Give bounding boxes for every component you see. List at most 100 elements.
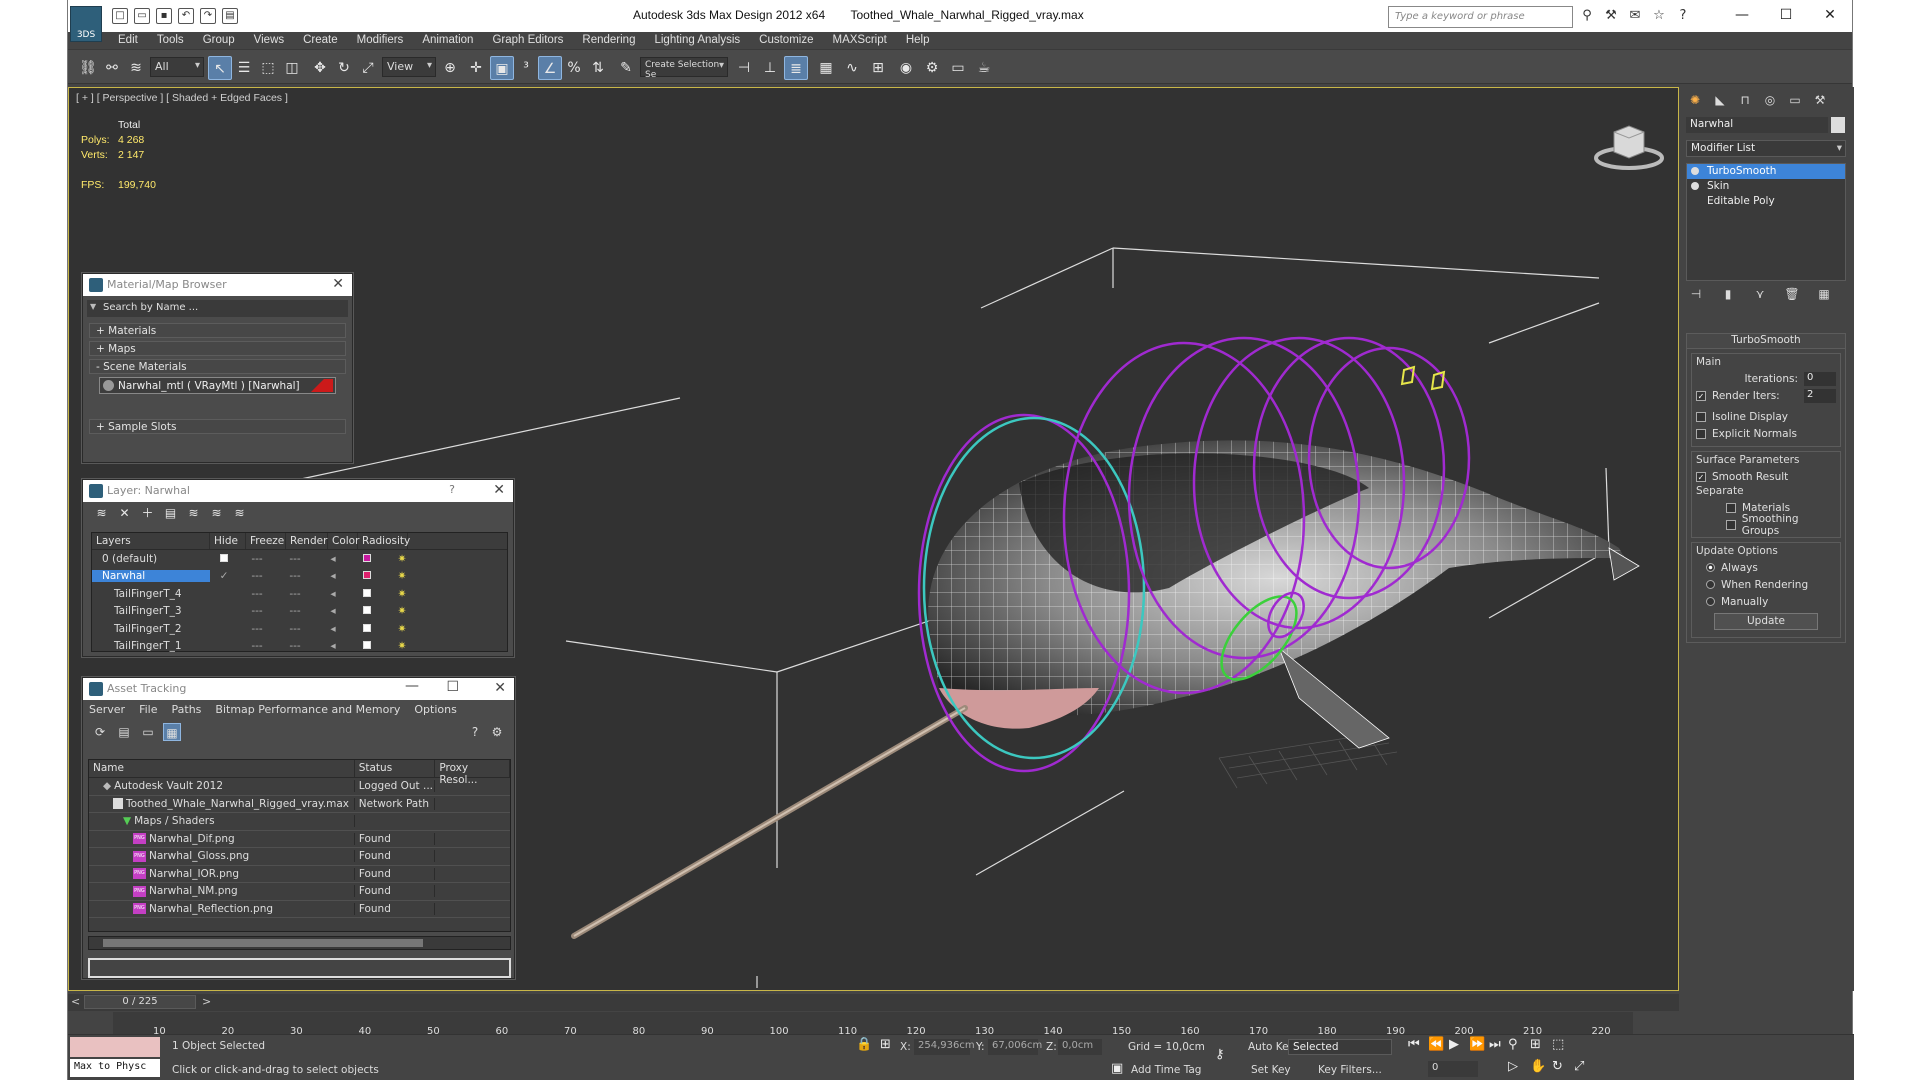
- render-toggle-icon[interactable]: ◂: [314, 605, 352, 617]
- help-icon[interactable]: ?: [1674, 8, 1692, 24]
- freeze-toggle[interactable]: ---: [276, 623, 314, 635]
- minimize-icon[interactable]: —: [405, 678, 419, 694]
- spinner-snap-icon[interactable]: ⇅: [586, 56, 610, 80]
- freeze-toggle[interactable]: ---: [276, 605, 314, 617]
- modifier-list-dropdown[interactable]: Modifier List: [1686, 140, 1846, 157]
- hide-all-icon[interactable]: ≋: [208, 505, 225, 521]
- layer-color-swatch[interactable]: [352, 553, 382, 565]
- new-file-icon[interactable]: □: [112, 8, 128, 24]
- asset-row[interactable]: PNG Narwhal_Gloss.png Found: [89, 848, 510, 866]
- material-search-input[interactable]: Search by Name ...: [87, 300, 348, 317]
- radiosity-icon[interactable]: ✷: [382, 570, 422, 582]
- maximize-icon[interactable]: ☐: [446, 679, 459, 695]
- material-item[interactable]: Narwhal_mtl ( VRayMtl ) [Narwhal]: [99, 377, 336, 394]
- material-browser-header[interactable]: Material/Map Browser ✕: [83, 274, 352, 296]
- render-toggle-icon[interactable]: ◂: [314, 553, 352, 565]
- object-color-swatch[interactable]: [1831, 117, 1845, 133]
- render-production-icon[interactable]: ☕: [972, 56, 996, 80]
- explicit-normals-checkbox[interactable]: [1696, 428, 1706, 439]
- list-view-icon[interactable]: ▤: [115, 723, 133, 741]
- link-icon[interactable]: ⛓: [76, 56, 100, 80]
- layer-row[interactable]: TailFingerT_3 --- --- ◂ ✷: [92, 603, 507, 621]
- next-frame-icon[interactable]: >: [202, 995, 211, 1008]
- display-tab-icon[interactable]: ▭: [1786, 91, 1804, 109]
- freeze-toggle[interactable]: ---: [276, 553, 314, 565]
- maximize-icon[interactable]: ☐: [1764, 0, 1808, 30]
- menu-item-rendering[interactable]: Rendering: [582, 34, 635, 46]
- layer-row[interactable]: TailFingerT_1 --- --- ◂ ✷: [92, 638, 507, 656]
- asset-menu-bitmap-performance-and-memory[interactable]: Bitmap Performance and Memory: [215, 703, 400, 717]
- bulb-icon[interactable]: [1691, 182, 1699, 190]
- save-file-icon[interactable]: ▪: [156, 8, 172, 24]
- layer-row[interactable]: TailFingerT_4 --- --- ◂ ✷: [92, 585, 507, 603]
- col-color[interactable]: Color: [328, 533, 359, 549]
- schematic-view-icon[interactable]: ⊞: [866, 56, 890, 80]
- layer-color-swatch[interactable]: [352, 570, 382, 582]
- menu-item-modifiers[interactable]: Modifiers: [357, 34, 404, 46]
- time-slider-thumb[interactable]: 0 / 225: [84, 995, 196, 1009]
- menu-item-customize[interactable]: Customize: [759, 34, 813, 46]
- mini-listener[interactable]: [70, 1037, 160, 1057]
- layer-name[interactable]: TailFingerT_2: [92, 623, 210, 635]
- current-frame-field[interactable]: 0: [1428, 1061, 1478, 1077]
- menu-item-tools[interactable]: Tools: [157, 34, 184, 46]
- viewport-label[interactable]: [ + ] [ Perspective ] [ Shaded + Edged F…: [76, 92, 288, 104]
- app-logo-icon[interactable]: 3DS: [70, 6, 102, 42]
- redo-icon[interactable]: ↷: [200, 8, 216, 24]
- undo-icon[interactable]: ↶: [178, 8, 194, 24]
- asset-path-input[interactable]: [88, 958, 511, 978]
- asset-menu-paths[interactable]: Paths: [172, 703, 202, 717]
- key-filters-button[interactable]: Key Filters...: [1318, 1064, 1382, 1076]
- smoothing-groups-checkbox[interactable]: [1726, 519, 1736, 530]
- help-icon[interactable]: ?: [466, 723, 484, 741]
- close-icon[interactable]: ✕: [332, 276, 344, 292]
- key-mode-dropdown[interactable]: Selected: [1288, 1039, 1392, 1055]
- bind-spacewarp-icon[interactable]: ≋: [124, 56, 148, 80]
- play-icon[interactable]: ▶: [1449, 1037, 1459, 1052]
- layer-row[interactable]: 0 (default) --- --- ◂ ✷: [92, 550, 507, 568]
- layer-name[interactable]: TailFingerT_3: [92, 605, 210, 617]
- y-coordinate[interactable]: 67,006cm: [988, 1039, 1042, 1055]
- selection-filter-dropdown[interactable]: All: [150, 57, 204, 77]
- isoline-checkbox[interactable]: [1696, 411, 1706, 422]
- add-time-tag[interactable]: Add Time Tag: [1131, 1064, 1201, 1076]
- hide-toggle[interactable]: ---: [238, 553, 276, 565]
- menu-item-edit[interactable]: Edit: [118, 34, 138, 46]
- orbit-icon[interactable]: ↻: [1552, 1059, 1563, 1074]
- freeze-toggle[interactable]: ---: [276, 570, 314, 582]
- asset-row[interactable]: PNG Narwhal_Dif.png Found: [89, 831, 510, 848]
- asset-row[interactable]: PNG Narwhal_NM.png Found: [89, 883, 510, 901]
- curve-editor-icon[interactable]: ∿: [840, 56, 864, 80]
- layer-color-swatch[interactable]: [352, 640, 382, 652]
- zoom-extents-icon[interactable]: ⬚: [1552, 1037, 1564, 1052]
- stack-item-editable-poly[interactable]: Editable Poly: [1687, 194, 1845, 209]
- rectangular-selection-icon[interactable]: ⬚: [256, 56, 280, 80]
- go-to-end-icon[interactable]: ⏭: [1489, 1037, 1501, 1052]
- refresh-icon[interactable]: ⟳: [91, 723, 109, 741]
- radiosity-icon[interactable]: ✷: [382, 605, 422, 617]
- x-coordinate[interactable]: 254,936cm: [914, 1039, 975, 1055]
- radiosity-icon[interactable]: ✷: [382, 623, 422, 635]
- thumbnail-view-icon[interactable]: ▭: [139, 723, 157, 741]
- col-hide[interactable]: Hide: [210, 533, 246, 549]
- freeze-toggle[interactable]: ---: [276, 588, 314, 600]
- table-view-icon[interactable]: ▦: [163, 723, 181, 741]
- rotate-icon[interactable]: ↻: [332, 56, 356, 80]
- asset-row[interactable]: ▼ Maps / Shaders: [89, 813, 510, 831]
- section-maps[interactable]: + Maps: [89, 341, 346, 356]
- remove-modifier-icon[interactable]: 🗑: [1784, 287, 1800, 303]
- maxscript-listener-input[interactable]: Max to Physc: [70, 1059, 160, 1077]
- freeze-toggle[interactable]: ---: [276, 640, 314, 652]
- col-status[interactable]: Status: [355, 760, 436, 777]
- menu-item-create[interactable]: Create: [303, 34, 338, 46]
- update-button[interactable]: Update: [1714, 613, 1818, 630]
- hide-toggle[interactable]: ---: [238, 570, 276, 582]
- snaps-toggle-icon[interactable]: ³: [514, 56, 538, 80]
- prev-frame-icon[interactable]: <: [71, 995, 80, 1008]
- layer-manager-icon[interactable]: ≣: [784, 56, 808, 80]
- scroll-thumb[interactable]: [103, 939, 423, 947]
- pan-icon[interactable]: ✋: [1530, 1059, 1546, 1074]
- render-toggle-icon[interactable]: ◂: [314, 640, 352, 652]
- z-coordinate[interactable]: 0,0cm: [1058, 1039, 1102, 1055]
- when-rendering-radio[interactable]: [1706, 580, 1715, 589]
